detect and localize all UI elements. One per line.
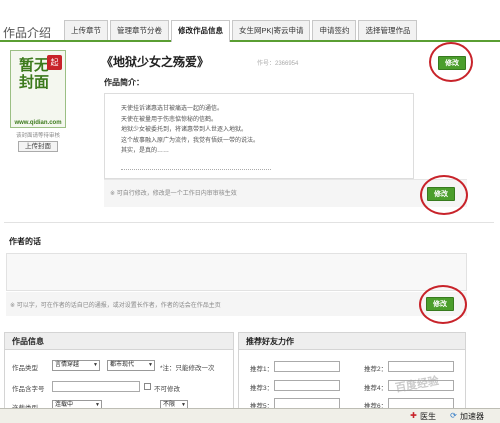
recommend-input[interactable] [274, 380, 340, 391]
seal-logo: 起 [47, 55, 62, 70]
taskbar-item-doctor[interactable]: 医生 [420, 411, 436, 422]
keyword-input[interactable] [52, 381, 140, 392]
type-label: 作品类型 [12, 365, 38, 372]
keyword-note: 不可修改 [154, 386, 180, 393]
intro-line: 天使挂诉诸惠选甘被痛选一起的通信。 [121, 106, 224, 112]
recommend-label: 推荐2： [364, 366, 388, 373]
cover-area: 暂无封面 起 www.qidian.com 该封面请等待审核 上传封面 [10, 50, 66, 152]
tab-upload-chapter[interactable]: 上传章节 [64, 20, 108, 40]
divider [121, 169, 271, 170]
recommend-label: 推荐3： [250, 385, 274, 392]
recommend-label: 推荐1： [250, 366, 274, 373]
tab-bar: 作品介绍 上传章节 管理章节分卷 修改作品信息 女生网PK|寄云申请 申请签约 … [0, 18, 500, 42]
type-note: *注：只能修改一次 [160, 365, 215, 372]
type-select-value: 言情穿越 [55, 362, 80, 368]
accelerator-icon[interactable]: ⟳ [449, 411, 458, 420]
tab-edit-work-info[interactable]: 修改作品信息 [171, 20, 230, 42]
author-words-textarea[interactable] [6, 253, 467, 291]
intro-textarea[interactable]: 天使挂诉诸惠选甘被痛选一起的通信。 天使在被量用于伤悲惦惊秘的信鹤。 地狱少女被… [104, 93, 414, 179]
recommend-title: 推荐好友力作 [239, 333, 465, 350]
highlight-ring [420, 175, 468, 215]
keyword-checkbox[interactable] [144, 383, 151, 390]
tab-select-work[interactable]: 选择管理作品 [358, 20, 418, 40]
intro-line: 地狱少女被委托到，将诸惠带到人世逐入地狱。 [121, 127, 248, 133]
tab-list: 上传章节 管理章节分卷 修改作品信息 女生网PK|寄云申请 申请签约 选择管理作… [64, 20, 419, 42]
recommend-input[interactable] [274, 361, 340, 372]
work-info-title: 作品信息 [5, 333, 233, 350]
upload-cover-button[interactable]: 上传封面 [18, 141, 58, 152]
subtype-select[interactable]: 都市现代 [107, 360, 155, 371]
tab-apply-contract[interactable]: 申请签约 [312, 20, 357, 40]
book-title: 《地狱少女之殇爱》 [101, 55, 210, 69]
intro-line: 天使在被量用于伤悲惦惊秘的信鹤。 [121, 116, 218, 123]
work-number: 作号：2366954 [257, 61, 299, 67]
author-words-note: ※ 可以字，可在作者的话自已的通报，或对设置长作者，作者的话会在作品主页 [10, 303, 221, 309]
cover-caption: 该封面请等待审核 [15, 133, 60, 139]
taskbar-item-accelerator[interactable]: 加速器 [460, 411, 484, 422]
author-words-label: 作者的话 [9, 237, 41, 246]
keyword-label: 作品含字号 [12, 386, 45, 393]
intro-note: ※ 可自行修改，修改是一个工作日内审审核生效 [110, 191, 237, 197]
intro-line: 这个故事融入原广为流传，我觉有悟妖一带的说法。 [121, 137, 260, 144]
cover-url: www.qidian.com [14, 120, 62, 126]
recommend-label: 推荐4： [364, 385, 388, 392]
tab-pk-apply[interactable]: 女生网PK|寄云申请 [232, 20, 311, 40]
cover-image: 暂无封面 起 www.qidian.com [10, 50, 66, 128]
intro-label: 作品简介： [104, 78, 144, 87]
type-select[interactable]: 言情穿越 [52, 360, 100, 371]
highlight-ring [419, 285, 467, 324]
tab-manage-chapters[interactable]: 管理章节分卷 [110, 20, 169, 40]
subtype-select-value: 都市现代 [110, 362, 135, 368]
taskbar: ✚ 医生 ⟳ 加速器 [0, 408, 500, 423]
intro-footer: ※ 可自行修改，修改是一个工作日内审审核生效 [104, 179, 467, 207]
author-words-footer: ※ 可以字，可在作者的话自已的通报，或对设置长作者，作者的话会在作品主页 [6, 292, 467, 316]
intro-line: 其实，是真的…… [121, 148, 170, 154]
recommend-input[interactable] [388, 361, 454, 372]
section-title: 作品介绍 [3, 26, 52, 40]
highlight-ring [429, 42, 473, 82]
section-divider [4, 222, 494, 223]
doctor-icon[interactable]: ✚ [409, 411, 418, 420]
